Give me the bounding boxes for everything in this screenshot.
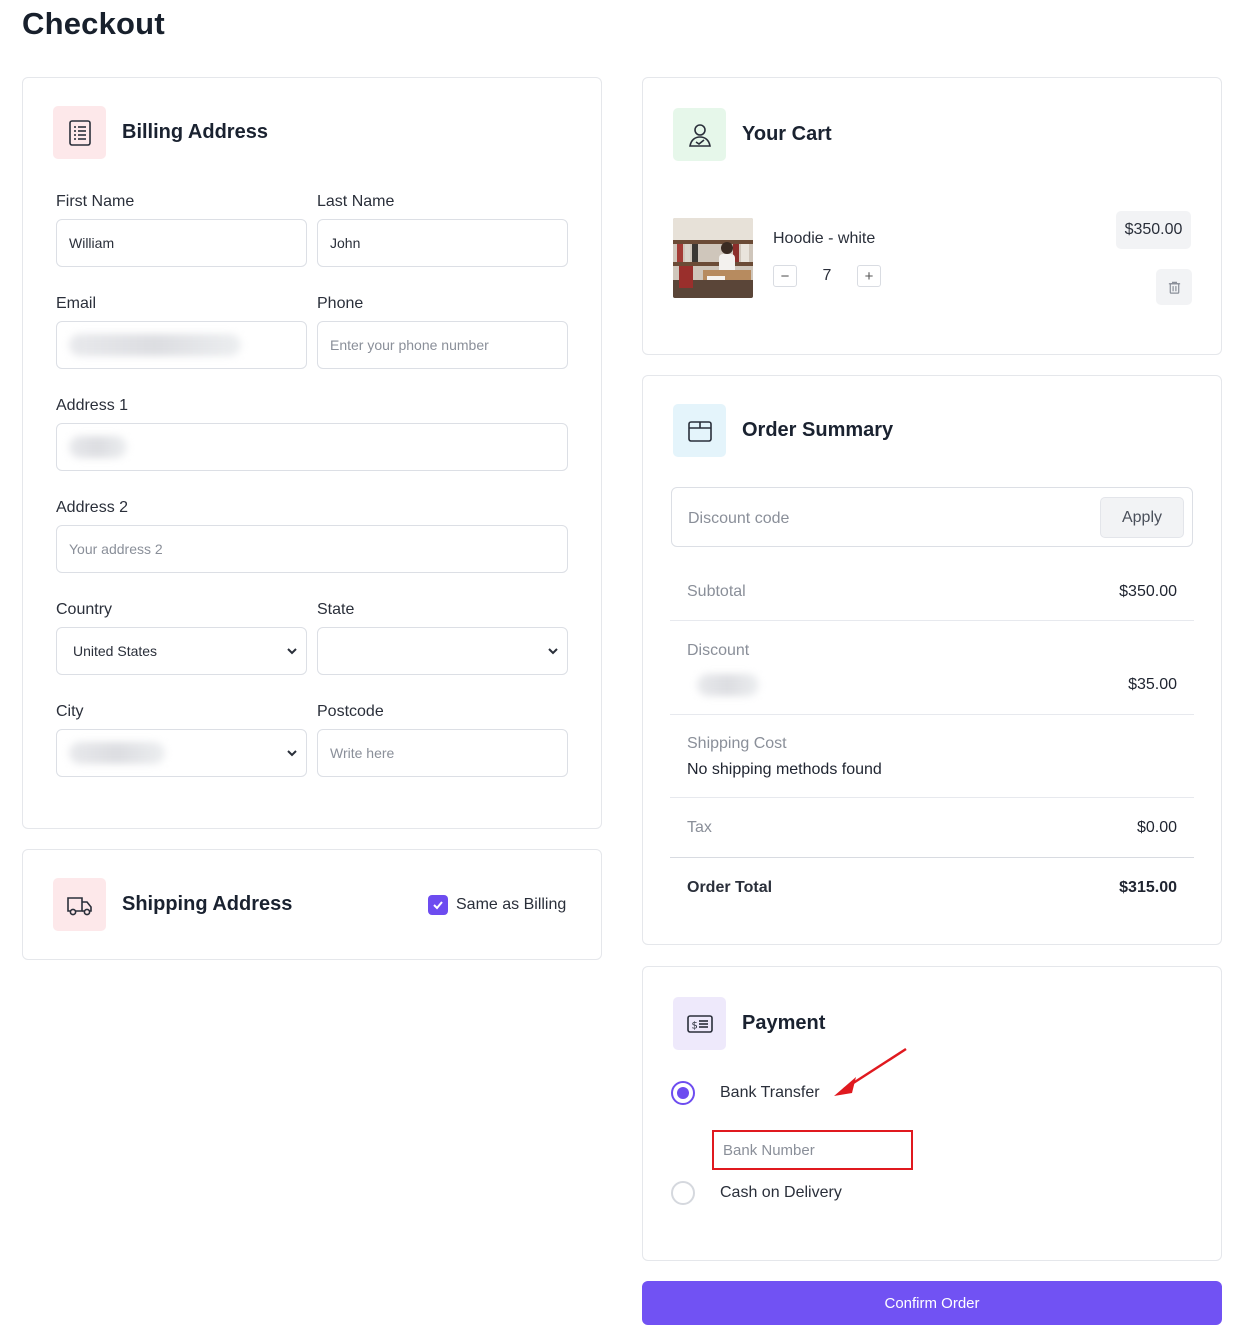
- divider: [670, 797, 1194, 798]
- country-label: Country: [56, 601, 113, 618]
- apply-button[interactable]: Apply: [1100, 497, 1184, 538]
- shipping-cost-label: Shipping Cost: [687, 735, 787, 752]
- quantity-increase-button[interactable]: +: [857, 265, 881, 287]
- order-summary-card: [642, 375, 1222, 945]
- shipping-title: Shipping Address: [122, 893, 293, 915]
- address2-field[interactable]: Your address 2: [56, 525, 568, 573]
- cart-header: Your Cart: [673, 108, 832, 161]
- divider: [670, 857, 1194, 858]
- redacted-address1: [69, 436, 127, 458]
- cash-on-delivery-radio[interactable]: [671, 1181, 695, 1205]
- discount-value: $35.00: [1128, 676, 1177, 693]
- checkbox-checked-icon[interactable]: [428, 895, 448, 915]
- page-title: Checkout: [22, 6, 165, 41]
- tax-label: Tax: [687, 819, 712, 836]
- shipping-header: Shipping Address: [53, 878, 292, 931]
- postcode-field[interactable]: Write here: [317, 729, 568, 777]
- first-name-label: First Name: [56, 193, 135, 210]
- chevron-down-icon: [548, 648, 558, 655]
- state-label: State: [317, 601, 355, 618]
- svg-text:$: $: [691, 1020, 697, 1031]
- subtotal-label: Subtotal: [687, 583, 746, 600]
- bank-number-input[interactable]: Bank Number: [712, 1130, 913, 1170]
- user-icon: [673, 108, 726, 161]
- email-field[interactable]: [56, 321, 307, 369]
- address1-field[interactable]: [56, 423, 568, 471]
- confirm-order-button[interactable]: Confirm Order: [642, 1281, 1222, 1325]
- divider: [670, 714, 1194, 715]
- phone-label: Phone: [317, 295, 364, 312]
- city-label: City: [56, 703, 84, 720]
- phone-field[interactable]: Enter your phone number: [317, 321, 568, 369]
- billing-header: Billing Address: [53, 106, 268, 159]
- quantity-value[interactable]: 7: [810, 267, 844, 285]
- chevron-down-icon: [287, 648, 297, 655]
- divider: [670, 620, 1194, 621]
- state-select[interactable]: [317, 627, 568, 675]
- box-icon: [673, 404, 726, 457]
- discount-code-input[interactable]: Discount code: [688, 510, 789, 528]
- last-name-field[interactable]: John: [317, 219, 568, 267]
- redacted-discount-code: [697, 674, 759, 696]
- truck-icon: [53, 878, 106, 931]
- cart-item-price: $350.00: [1116, 211, 1191, 249]
- order-total-value: $315.00: [1119, 879, 1177, 896]
- same-as-billing-label: Same as Billing: [456, 896, 567, 913]
- subtotal-value: $350.00: [1119, 583, 1177, 600]
- remove-item-button[interactable]: [1156, 269, 1192, 305]
- country-select[interactable]: United States: [56, 627, 307, 675]
- order-total-label: Order Total: [687, 879, 773, 896]
- document-list-icon: [53, 106, 106, 159]
- address2-label: Address 2: [56, 499, 129, 516]
- address1-label: Address 1: [56, 397, 129, 414]
- chevron-down-icon: [287, 750, 297, 757]
- summary-header: Order Summary: [673, 404, 893, 457]
- payment-header: $ Payment: [673, 997, 825, 1050]
- cart-item-name: Hoodie - white: [773, 230, 876, 247]
- postcode-label: Postcode: [317, 703, 384, 720]
- bank-transfer-radio[interactable]: [671, 1081, 695, 1105]
- money-bill-icon: $: [673, 997, 726, 1050]
- city-select[interactable]: [56, 729, 307, 777]
- first-name-field[interactable]: William: [56, 219, 307, 267]
- discount-code-group: Discount code Apply: [671, 487, 1193, 547]
- email-label: Email: [56, 295, 97, 312]
- cash-on-delivery-label[interactable]: Cash on Delivery: [720, 1184, 842, 1202]
- product-image: [673, 218, 753, 298]
- cart-title: Your Cart: [742, 123, 832, 145]
- discount-label: Discount: [687, 642, 750, 659]
- summary-title: Order Summary: [742, 419, 894, 441]
- bank-transfer-label[interactable]: Bank Transfer: [720, 1084, 820, 1102]
- last-name-label: Last Name: [317, 193, 395, 210]
- redacted-email: [69, 334, 241, 356]
- trash-icon: [1168, 281, 1180, 294]
- billing-title: Billing Address: [122, 121, 268, 143]
- tax-value: $0.00: [1136, 819, 1177, 836]
- redacted-city: [69, 742, 165, 764]
- annotation-arrow-icon: [834, 1047, 907, 1096]
- same-as-billing-checkbox[interactable]: Same as Billing: [428, 895, 566, 915]
- country-value: United States: [73, 643, 158, 659]
- payment-title: Payment: [742, 1012, 826, 1034]
- quantity-decrease-button[interactable]: −: [773, 265, 797, 287]
- shipping-cost-value: No shipping methods found: [687, 761, 882, 778]
